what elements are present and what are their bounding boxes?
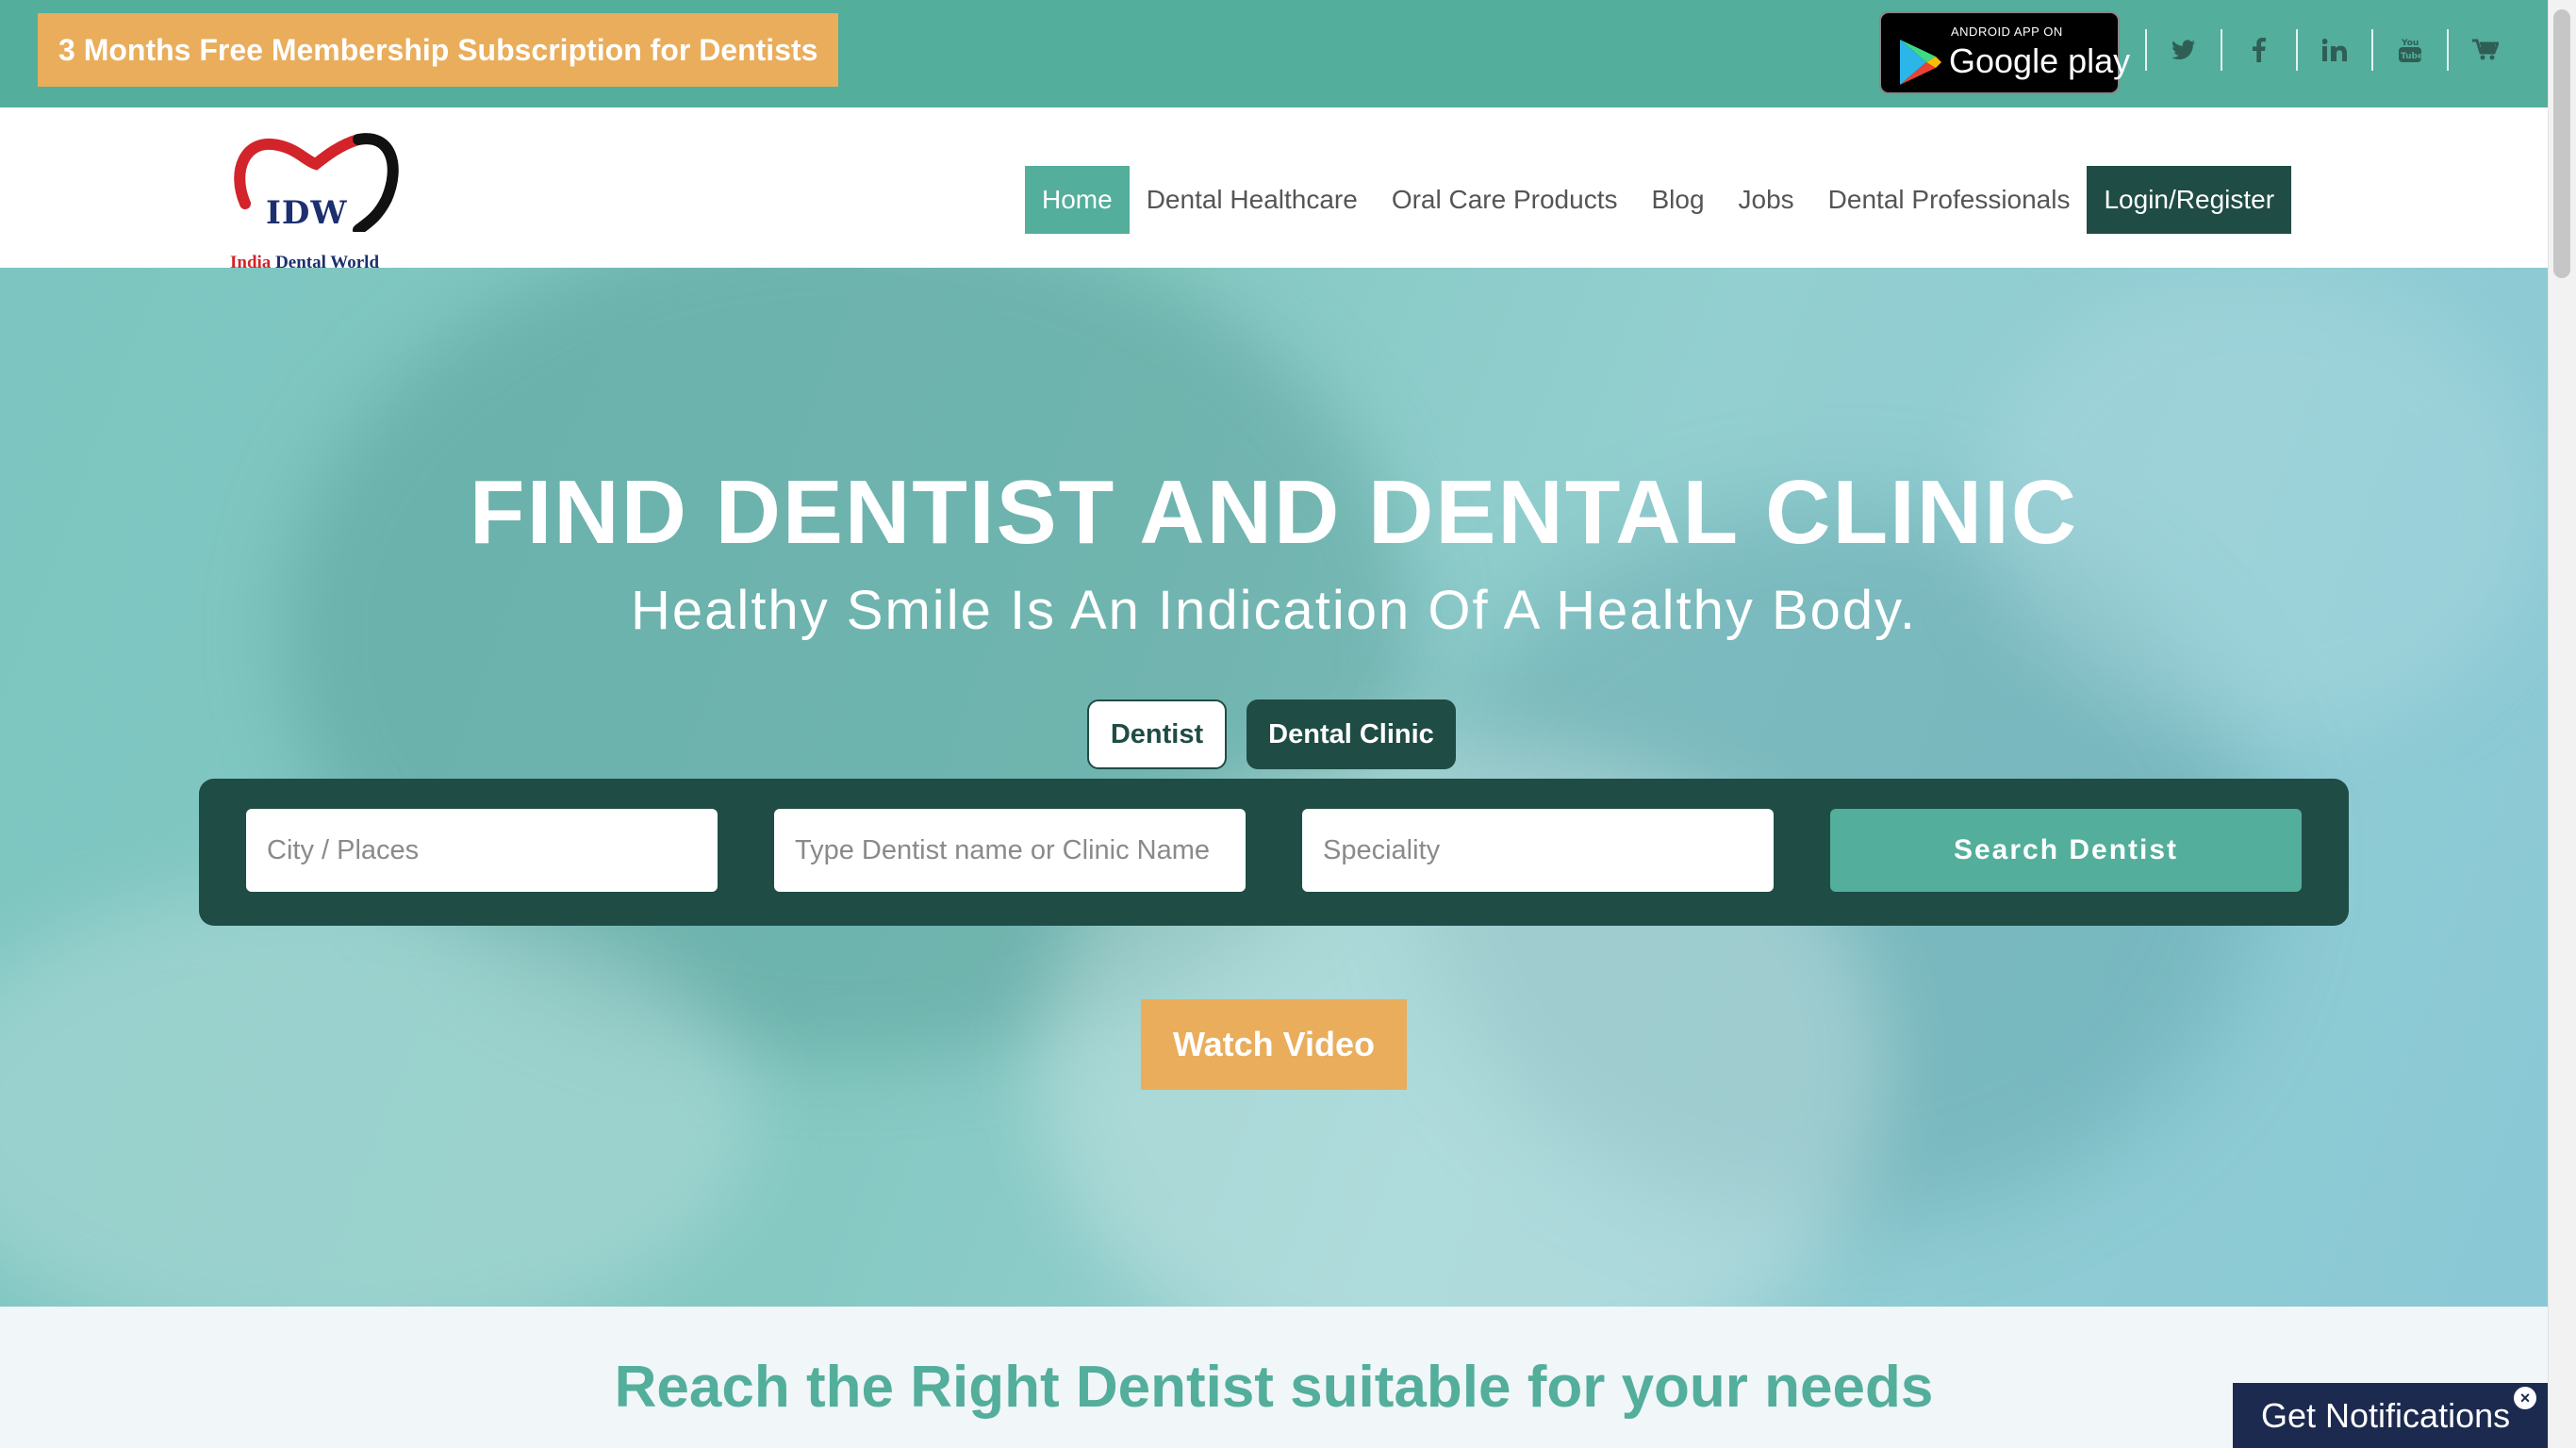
facebook-icon[interactable] [2222, 28, 2296, 72]
site-header: IDW India Dental World Home Dental Healt… [0, 107, 2548, 272]
hero-subtitle: Healthy Smile Is An Indication Of A Heal… [631, 580, 1917, 641]
dentist-tab[interactable]: Dentist [1087, 699, 1227, 769]
reach-dentist-section: Reach the Right Dentist suitable for you… [0, 1307, 2548, 1448]
nav-blog[interactable]: Blog [1634, 166, 1721, 234]
social-links: You Tube [2145, 28, 2522, 72]
divider [2371, 29, 2373, 71]
cart-icon[interactable] [2449, 28, 2522, 72]
search-dentist-button[interactable]: Search Dentist [1830, 809, 2302, 892]
google-play-big-text: Google play [1949, 41, 2131, 80]
nav-dental-healthcare[interactable]: Dental Healthcare [1130, 166, 1375, 234]
google-play-small-text: ANDROID APP ON [1951, 25, 2063, 39]
city-input[interactable]: City / Places [246, 809, 718, 892]
close-icon[interactable]: × [2514, 1387, 2536, 1409]
youtube-icon[interactable]: You Tube [2373, 28, 2447, 72]
get-notifications-button[interactable]: Get Notifications × [2233, 1383, 2548, 1448]
linkedin-icon[interactable] [2298, 28, 2371, 72]
top-bar: 3 Months Free Membership Subscription fo… [0, 0, 2548, 107]
google-play-icon [1900, 40, 1941, 85]
speciality-input[interactable]: Speciality [1302, 809, 1774, 892]
svg-text:Tube: Tube [2401, 52, 2422, 61]
nav-jobs[interactable]: Jobs [1722, 166, 1811, 234]
logo-text: IDW [266, 194, 348, 232]
logo[interactable]: IDW India Dental World [226, 128, 401, 272]
divider [2447, 29, 2449, 71]
login-register-button[interactable]: Login/Register [2087, 166, 2292, 234]
nav-dental-professionals[interactable]: Dental Professionals [1811, 166, 2088, 234]
watch-video-button[interactable]: Watch Video [1141, 999, 1407, 1090]
nav-oral-care-products[interactable]: Oral Care Products [1375, 166, 1635, 234]
google-play-badge[interactable]: ANDROID APP ON Google play [1879, 11, 2130, 94]
hero-section: FIND DENTIST AND DENTAL CLINIC Healthy S… [0, 268, 2548, 1307]
hero-title: FIND DENTIST AND DENTAL CLINIC [469, 462, 2079, 563]
membership-promo-banner[interactable]: 3 Months Free Membership Subscription fo… [38, 13, 839, 87]
divider [2145, 29, 2147, 71]
twitter-icon[interactable] [2147, 28, 2221, 72]
dentist-name-input[interactable]: Type Dentist name or Clinic Name [774, 809, 1246, 892]
notifications-label: Get Notifications [2261, 1396, 2511, 1435]
svg-text:You: You [2401, 39, 2419, 48]
search-panel: City / Places Type Dentist name or Clini… [199, 779, 2349, 926]
main-nav: Home Dental Healthcare Oral Care Product… [1025, 166, 2292, 234]
dental-clinic-tab[interactable]: Dental Clinic [1247, 699, 1456, 769]
section-title: Reach the Right Dentist suitable for you… [614, 1355, 1934, 1420]
nav-home[interactable]: Home [1025, 166, 1130, 234]
scrollbar-thumb[interactable] [2553, 9, 2570, 278]
divider [2296, 29, 2298, 71]
divider [2221, 29, 2222, 71]
